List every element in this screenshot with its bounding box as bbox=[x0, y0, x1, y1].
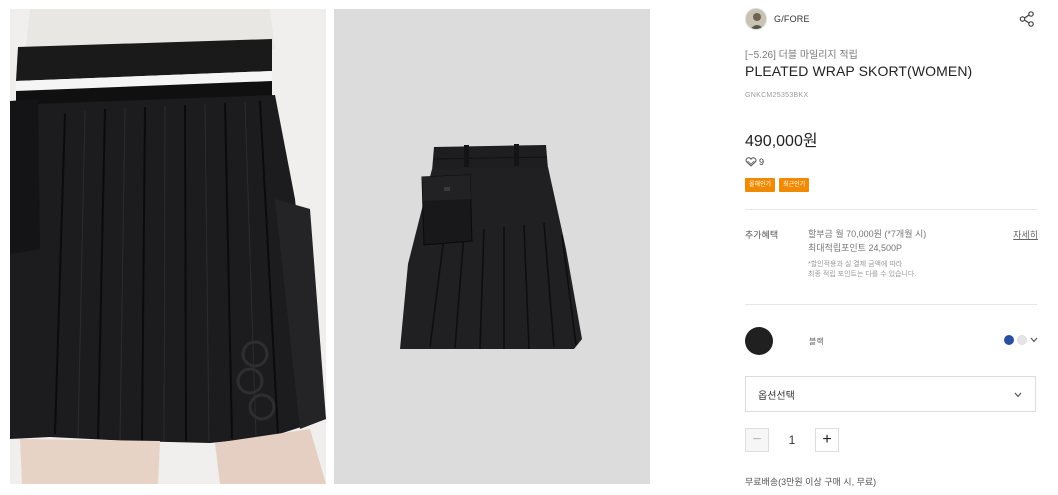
color-swatch-navy[interactable] bbox=[1004, 335, 1014, 345]
benefit-lines: 할부금 월 70,000원 (*7개월 시) 최대적립포인트 24,500P bbox=[808, 227, 926, 255]
chevron-down-icon bbox=[1013, 388, 1023, 406]
share-icon[interactable] bbox=[1018, 10, 1036, 28]
color-swatch-white[interactable] bbox=[1017, 335, 1027, 345]
heart-icon bbox=[745, 157, 757, 167]
promo-text: [~5.26] 더블 마일리지 적립 bbox=[745, 50, 858, 61]
product-code: GNKCM25353BKX bbox=[745, 92, 809, 99]
quantity-decrease-button[interactable]: − bbox=[745, 428, 769, 452]
divider bbox=[745, 304, 1037, 305]
shipping-info: 무료배송(3만원 이상 구매 시, 무료) bbox=[745, 477, 877, 487]
color-swatch-list[interactable] bbox=[1004, 335, 1038, 345]
quantity-increase-button[interactable]: + bbox=[815, 428, 839, 452]
benefit-label: 추가혜택 bbox=[745, 230, 779, 240]
badge-popular-year: 올해인기 bbox=[745, 178, 776, 192]
divider bbox=[745, 209, 1037, 210]
chevron-down-icon[interactable] bbox=[1030, 335, 1038, 345]
flat-skirt-illustration bbox=[334, 9, 650, 484]
color-swatch-selected[interactable] bbox=[745, 327, 773, 355]
badge-popular-recent: 최근인기 bbox=[779, 178, 810, 192]
installment-text: 할부금 월 70,000원 (*7개월 시) bbox=[808, 229, 927, 239]
product-price: 490,000원 bbox=[745, 133, 818, 150]
like-button[interactable]: 9 bbox=[745, 157, 764, 167]
product-info-panel: G/FORE [~5.26] 더블 마일리지 적립 PLEATED WRAP S… bbox=[745, 0, 1038, 495]
brand-row[interactable]: G/FORE bbox=[745, 8, 1038, 30]
brand-avatar-icon[interactable] bbox=[745, 8, 767, 30]
quantity-stepper: − 1 + bbox=[745, 428, 839, 452]
model-photo-illustration bbox=[10, 9, 326, 484]
badge-list: 올해인기 최근인기 bbox=[745, 178, 810, 192]
option-select-label: 옵션선택 bbox=[758, 390, 795, 402]
brand-name[interactable]: G/FORE bbox=[774, 14, 810, 24]
product-title: PLEATED WRAP SKORT(WOMEN) bbox=[745, 63, 973, 79]
benefit-note: *할인적용과 실 결제 금액에 따라 최종 적립 포인트는 다를 수 있습니다. bbox=[808, 260, 916, 280]
product-photo-model[interactable] bbox=[10, 9, 326, 484]
like-count: 9 bbox=[759, 157, 765, 167]
product-gallery bbox=[0, 0, 660, 495]
details-link[interactable]: 자세히 bbox=[1013, 228, 1038, 241]
benefit-note-line: *할인적용과 실 결제 금액에 따라 bbox=[808, 261, 903, 268]
benefit-note-line: 최종 적립 포인트는 다를 수 있습니다. bbox=[808, 271, 917, 278]
option-select[interactable]: 옵션선택 bbox=[745, 376, 1036, 412]
max-points-text: 최대적립포인트 24,500P bbox=[808, 243, 902, 253]
product-photo-flat[interactable] bbox=[334, 9, 650, 484]
color-label: 블랙 bbox=[809, 337, 824, 346]
quantity-value: 1 bbox=[788, 433, 796, 447]
